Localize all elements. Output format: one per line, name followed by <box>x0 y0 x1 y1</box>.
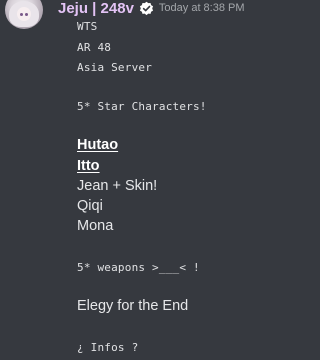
chat-message: Jeju | 248v Today at 8:38 PM WTS AR 48 A… <box>0 0 276 360</box>
line-server: Asia Server <box>77 61 153 74</box>
line-infos: ¿ Infos ? <box>77 341 139 354</box>
verified-badge-icon <box>139 1 153 15</box>
message-header: Jeju | 248v Today at 8:38 PM <box>58 0 245 17</box>
line-qiqi: Qiqi <box>77 198 103 214</box>
line-weapons-heading: 5* weapons >___< ! <box>77 261 200 274</box>
avatar-eye-right <box>25 13 28 16</box>
line-wts: WTS <box>77 20 98 33</box>
message-timestamp: Today at 8:38 PM <box>158 2 245 14</box>
line-elegy: Elegy for the End <box>77 298 189 314</box>
line-itto: Itto <box>77 158 100 174</box>
user-avatar[interactable] <box>5 0 43 29</box>
line-mona: Mona <box>77 218 114 234</box>
line-characters-heading: 5* Star Characters! <box>77 100 207 113</box>
avatar-eye-left <box>20 13 23 16</box>
line-jean: Jean + Skin! <box>77 178 158 194</box>
line-ar: AR 48 <box>77 41 112 54</box>
username[interactable]: Jeju | 248v <box>58 0 134 17</box>
line-hutao: Hutao <box>77 137 119 153</box>
